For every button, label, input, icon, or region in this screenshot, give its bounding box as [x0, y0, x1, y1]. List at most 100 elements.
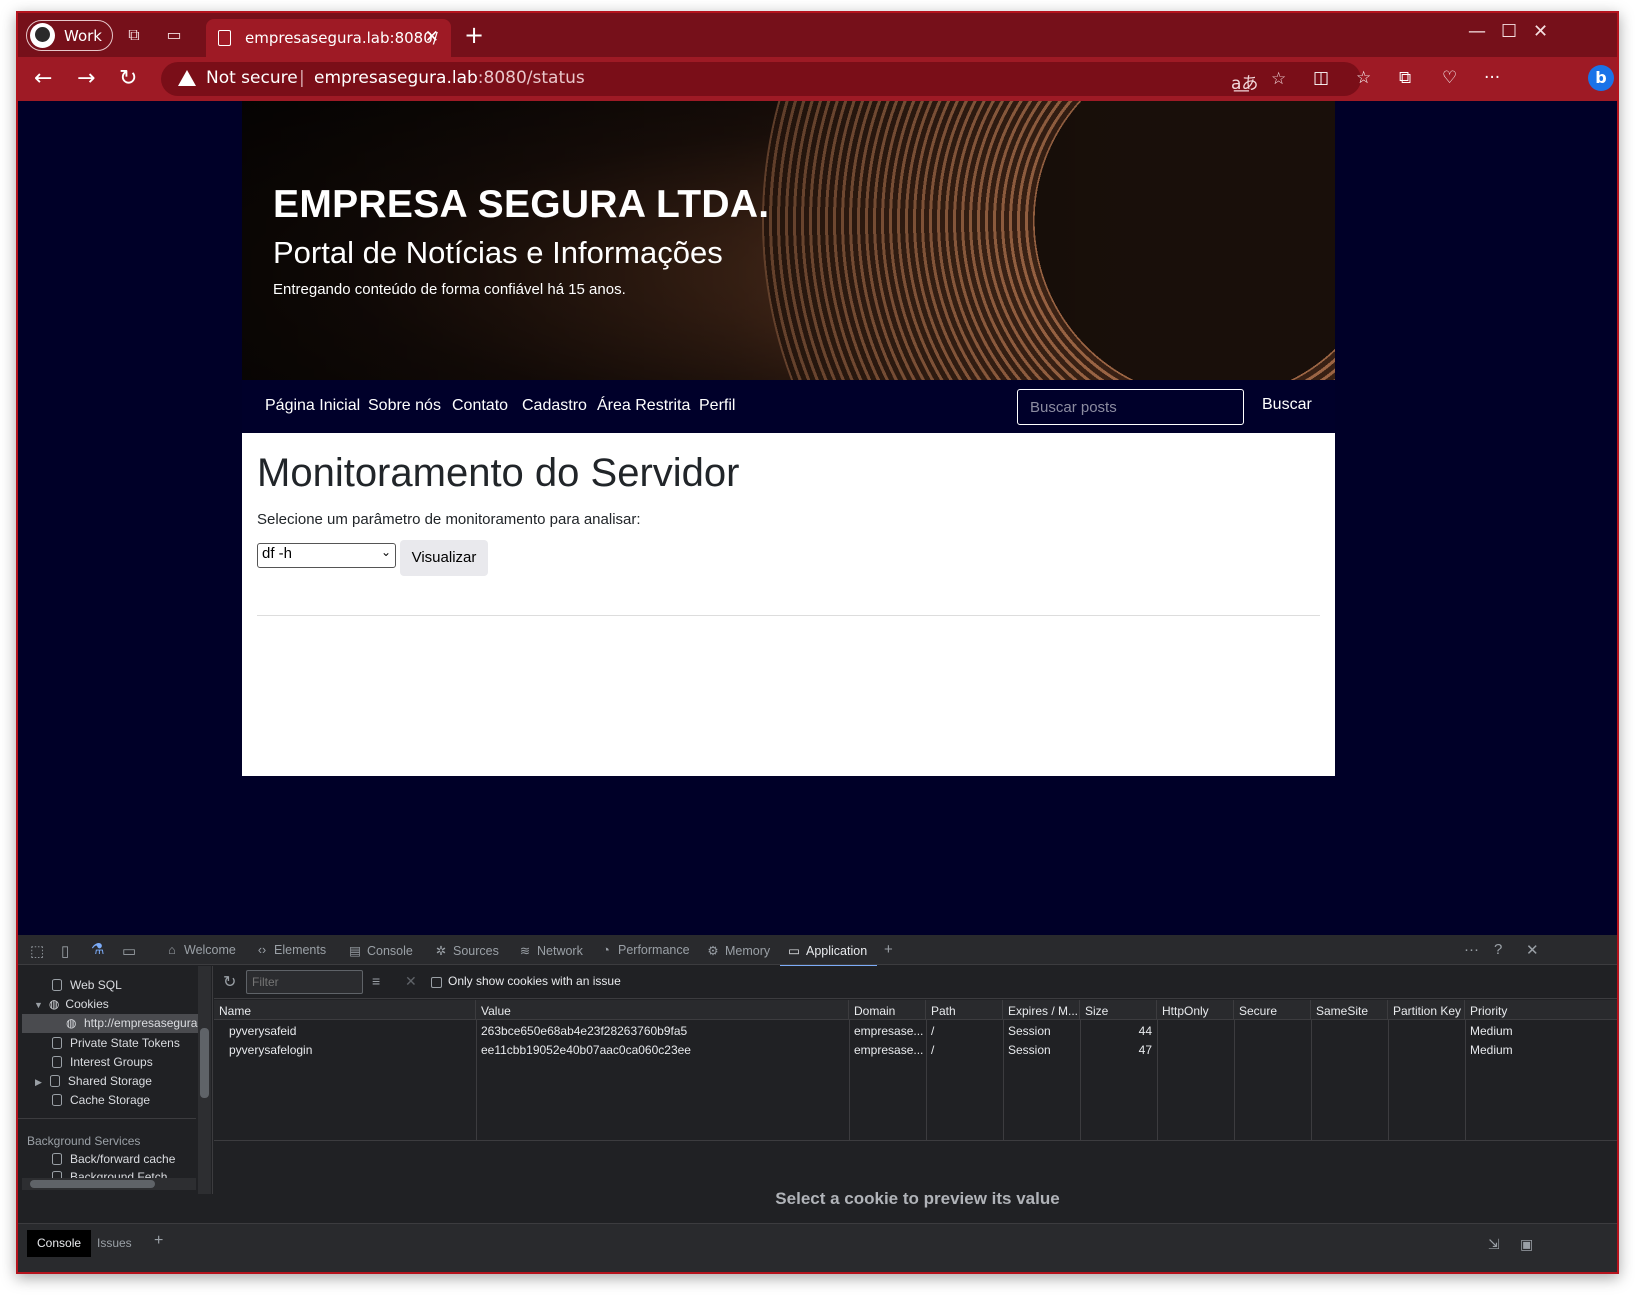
url-text[interactable]: empresasegura.lab:8080/status [314, 68, 585, 88]
monitor-select[interactable]: df -h ⌄ [257, 543, 396, 568]
forward-icon[interactable]: → [77, 67, 95, 91]
sidebar-scrollbar[interactable] [198, 966, 211, 1194]
col-priority[interactable]: Priority [1465, 1000, 1617, 1020]
col-partition-key[interactable]: Partition Key [1388, 1000, 1465, 1020]
sidebar-item-websql-label: Web SQL [70, 978, 122, 992]
cookie-domain: empresase... [854, 1043, 924, 1057]
drawer-tab-issues[interactable]: Issues [87, 1230, 142, 1257]
close-window-icon[interactable]: ✕ [1533, 21, 1548, 42]
sidebar-item-shared-storage-label: Shared Storage [67, 1074, 152, 1088]
help-icon[interactable]: ? [1494, 941, 1502, 958]
maximize-icon[interactable]: ☐ [1501, 21, 1517, 42]
cookie-filter-input[interactable] [246, 970, 363, 994]
search-button[interactable]: Buscar [1262, 396, 1312, 414]
sidebar-item-cache-storage[interactable]: Cache Storage [52, 1093, 150, 1107]
table-row[interactable]: pyverysafeid 263bce650e68ab4e23f28263760… [214, 1021, 1617, 1040]
nav-register[interactable]: Cadastro [522, 397, 587, 415]
dock-icon[interactable]: ▭ [122, 942, 136, 960]
delete-selected-icon[interactable]: ✕ [405, 973, 417, 990]
table-row[interactable]: pyverysafelogin ee11cbb19052e40b07aac0ca… [214, 1040, 1617, 1059]
col-secure[interactable]: Secure [1234, 1000, 1311, 1020]
cookie-origin-icon: ◍ [66, 1016, 77, 1030]
nav-home[interactable]: Página Inicial [265, 397, 360, 415]
close-drawer-icon[interactable]: ▣ [1510, 1230, 1543, 1257]
inspect-icon[interactable]: ⬚ [30, 942, 44, 960]
database-icon [52, 1094, 62, 1106]
flask-icon[interactable]: ⚗ [91, 940, 104, 958]
undock-drawer-icon[interactable]: ⇲ [1478, 1230, 1510, 1257]
cookie-name: pyverysafelogin [229, 1043, 313, 1057]
tab-console[interactable]: ▤ Console [347, 943, 413, 958]
back-icon[interactable]: ← [34, 67, 52, 91]
database-icon [49, 1075, 60, 1087]
sidebar-item-websql[interactable]: Web SQL [52, 978, 122, 992]
sidebar-item-interest-groups[interactable]: Interest Groups [52, 1055, 153, 1069]
nav-restricted[interactable]: Área Restrita [597, 397, 690, 415]
database-icon [52, 1056, 62, 1068]
tab-memory[interactable]: ⚙ Memory [705, 943, 770, 958]
browser-essentials-icon[interactable]: ♡ [1442, 68, 1457, 88]
add-drawer-tab-icon[interactable]: + [144, 1226, 173, 1253]
tab-sources-label: Sources [453, 944, 499, 958]
col-httponly[interactable]: HttpOnly [1157, 1000, 1234, 1020]
tab-strip: Work ⧉ ▭ empresasegura.lab:8080/ ✕ + — ☐… [18, 13, 1617, 57]
col-expires[interactable]: Expires / M... [1003, 1000, 1080, 1020]
sidebar-item-bfcache[interactable]: Back/forward cache [52, 1152, 175, 1166]
tab-application[interactable]: ▭ Application [779, 943, 878, 967]
close-devtools-icon[interactable]: ✕ [1526, 941, 1539, 959]
device-emulation-icon[interactable]: ▯ [61, 942, 69, 960]
active-tab[interactable]: empresasegura.lab:8080/ ✕ [206, 19, 451, 57]
favorites-icon[interactable]: ☆ [1356, 68, 1371, 88]
nav-contact[interactable]: Contato [452, 397, 508, 415]
minimize-icon[interactable]: — [1468, 21, 1486, 42]
search-input[interactable] [1017, 389, 1244, 425]
refresh-icon[interactable]: ↻ [119, 67, 137, 91]
sidebar-hscroll-thumb[interactable] [30, 1180, 155, 1188]
copilot-icon[interactable]: b [1588, 65, 1614, 91]
sidebar-item-private-state-tokens[interactable]: Private State Tokens [52, 1036, 180, 1050]
tab-network[interactable]: ≋ Network [517, 943, 583, 958]
address-toolbar: ← → ↻ Not secure | empresasegura.lab:808… [18, 57, 1617, 101]
col-domain[interactable]: Domain [849, 1000, 926, 1020]
visualize-button[interactable]: Visualizar [400, 540, 488, 576]
tab-sources[interactable]: ✲ Sources [433, 943, 499, 958]
site-nav: Página Inicial Sobre nós Contato Cadastr… [242, 380, 1335, 433]
drawer-tab-console[interactable]: Console [27, 1230, 92, 1257]
cookie-size: 47 [1138, 1043, 1152, 1057]
address-bar[interactable]: Not secure | empresasegura.lab:8080/stat… [161, 62, 1361, 96]
devtools-drawer: Console Issues + ⇲ ▣ [18, 1223, 1617, 1272]
read-aloud-icon[interactable]: a͟あ [1231, 69, 1258, 94]
nav-profile[interactable]: Perfil [699, 397, 735, 415]
col-path[interactable]: Path [926, 1000, 1003, 1020]
col-value[interactable]: Value [476, 1000, 849, 1020]
vertical-tabs-icon[interactable]: ▭ [164, 25, 184, 45]
cookie-priority: Medium [1470, 1024, 1513, 1038]
sidebar-item-cookie-origin[interactable]: ◍ http://empresasegura. [22, 1014, 201, 1033]
only-issues-checkbox[interactable] [431, 977, 442, 988]
profile-button[interactable]: Work [26, 20, 113, 51]
close-tab-icon[interactable]: ✕ [425, 27, 439, 47]
collections-icon[interactable]: ⧉ [1399, 68, 1411, 88]
tab-elements[interactable]: ‹› Elements [254, 943, 326, 957]
col-samesite[interactable]: SameSite [1311, 1000, 1388, 1020]
favorite-star-icon[interactable]: ☆ [1271, 69, 1286, 89]
nav-about[interactable]: Sobre nós [368, 397, 441, 415]
sidebar-item-cookies[interactable]: ▼ ◍ Cookies [34, 997, 109, 1011]
sidebar-hscrollbar[interactable] [22, 1178, 196, 1190]
more-options-icon[interactable]: ··· [1464, 941, 1479, 958]
tab-elements-label: Elements [274, 943, 327, 957]
workspaces-icon[interactable]: ⧉ [124, 25, 144, 45]
more-menu-icon[interactable]: ··· [1484, 68, 1500, 88]
security-label[interactable]: Not secure [206, 68, 298, 88]
split-screen-icon[interactable]: ◫ [1313, 68, 1329, 88]
add-tool-icon[interactable]: + [884, 941, 893, 958]
new-tab-icon[interactable]: + [464, 21, 484, 49]
sidebar-scroll-thumb[interactable] [200, 1028, 209, 1098]
tab-welcome[interactable]: ⌂ Welcome [164, 943, 236, 957]
tab-performance[interactable]: ◔ Performance [598, 943, 689, 957]
col-name[interactable]: Name [214, 1000, 476, 1020]
col-size[interactable]: Size [1080, 1000, 1157, 1020]
refresh-cookies-icon[interactable]: ↻ [223, 972, 236, 992]
clear-filtered-icon[interactable]: ≡ [372, 973, 380, 989]
sidebar-item-shared-storage[interactable]: ▶ Shared Storage [35, 1074, 152, 1088]
